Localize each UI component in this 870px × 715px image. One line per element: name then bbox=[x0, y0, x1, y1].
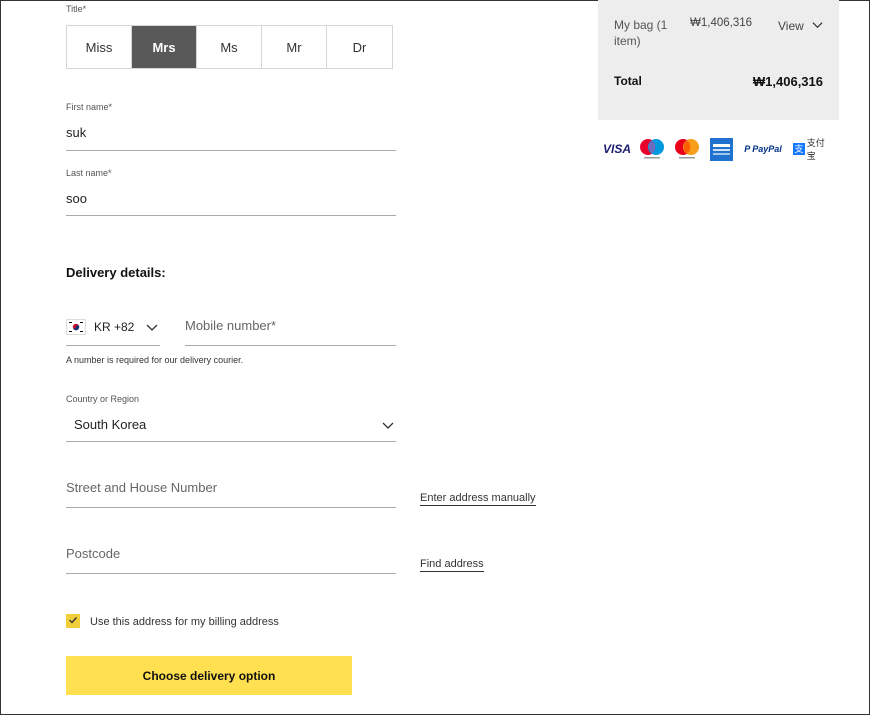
street-input[interactable]: Street and House Number bbox=[66, 480, 217, 495]
title-option-mrs[interactable]: Mrs bbox=[132, 26, 197, 68]
first-name-label: First name* bbox=[66, 102, 113, 112]
chevron-down-icon bbox=[812, 17, 823, 35]
phone-country-code: KR +82 bbox=[94, 320, 135, 334]
mastercard-icon bbox=[673, 137, 701, 161]
view-label: View bbox=[778, 19, 804, 34]
enter-address-manually-link[interactable]: Enter address manually bbox=[420, 492, 536, 506]
billing-address-label: Use this address for my billing address bbox=[90, 616, 279, 628]
alipay-icon: 支 支付宝 bbox=[793, 138, 833, 161]
last-name-field[interactable]: soo bbox=[66, 191, 87, 206]
view-bag-toggle[interactable]: View bbox=[778, 17, 823, 35]
title-option-ms[interactable]: Ms bbox=[197, 26, 262, 68]
title-option-miss[interactable]: Miss bbox=[67, 26, 132, 68]
street-underline bbox=[66, 507, 396, 508]
korea-flag-icon bbox=[66, 319, 86, 335]
title-selector: Miss Mrs Ms Mr Dr bbox=[66, 25, 393, 69]
title-label: Title* bbox=[66, 4, 87, 14]
postcode-input[interactable]: Postcode bbox=[66, 546, 120, 561]
paypal-label: PayPal bbox=[752, 144, 782, 154]
country-select[interactable]: South Korea bbox=[66, 414, 396, 436]
mobile-number-underline bbox=[185, 345, 396, 346]
country-label: Country or Region bbox=[66, 394, 140, 404]
total-amount: ₩1,406,316 bbox=[752, 74, 823, 89]
total-label: Total bbox=[614, 74, 642, 88]
alipay-label: 支付宝 bbox=[806, 138, 825, 161]
checkmark-icon bbox=[68, 612, 78, 630]
amex-icon bbox=[710, 138, 733, 161]
first-name-field[interactable]: suk bbox=[66, 125, 86, 140]
mobile-number-input[interactable]: Mobile number* bbox=[185, 318, 276, 333]
chevron-down-icon bbox=[146, 320, 158, 338]
bag-label: My bag (1 item) bbox=[614, 18, 668, 48]
delivery-details-heading: Delivery details: bbox=[66, 265, 166, 280]
choose-delivery-option-button[interactable]: Choose delivery option bbox=[66, 656, 352, 695]
paypal-icon: P PayPal bbox=[744, 144, 782, 154]
country-value: South Korea bbox=[74, 417, 147, 432]
phone-country-select[interactable]: KR +82 bbox=[66, 317, 160, 339]
country-underline bbox=[66, 441, 396, 442]
first-name-underline bbox=[66, 150, 396, 151]
postcode-underline bbox=[66, 573, 396, 574]
visa-icon: VISA bbox=[603, 142, 632, 156]
order-summary: My bag (1 item) ₩1,406,316 View Total ₩1… bbox=[598, 0, 839, 120]
phone-country-underline bbox=[66, 345, 160, 346]
last-name-underline bbox=[66, 215, 396, 216]
mobile-hint: A number is required for our delivery co… bbox=[66, 355, 244, 365]
title-option-mr[interactable]: Mr bbox=[262, 26, 327, 68]
bag-amount: ₩1,406,316 bbox=[690, 17, 753, 29]
title-option-dr[interactable]: Dr bbox=[327, 26, 392, 68]
billing-address-checkbox[interactable] bbox=[66, 614, 80, 628]
maestro-icon bbox=[638, 137, 666, 161]
find-address-link[interactable]: Find address bbox=[420, 558, 484, 572]
last-name-label: Last name* bbox=[66, 168, 112, 178]
chevron-down-icon bbox=[382, 418, 394, 436]
